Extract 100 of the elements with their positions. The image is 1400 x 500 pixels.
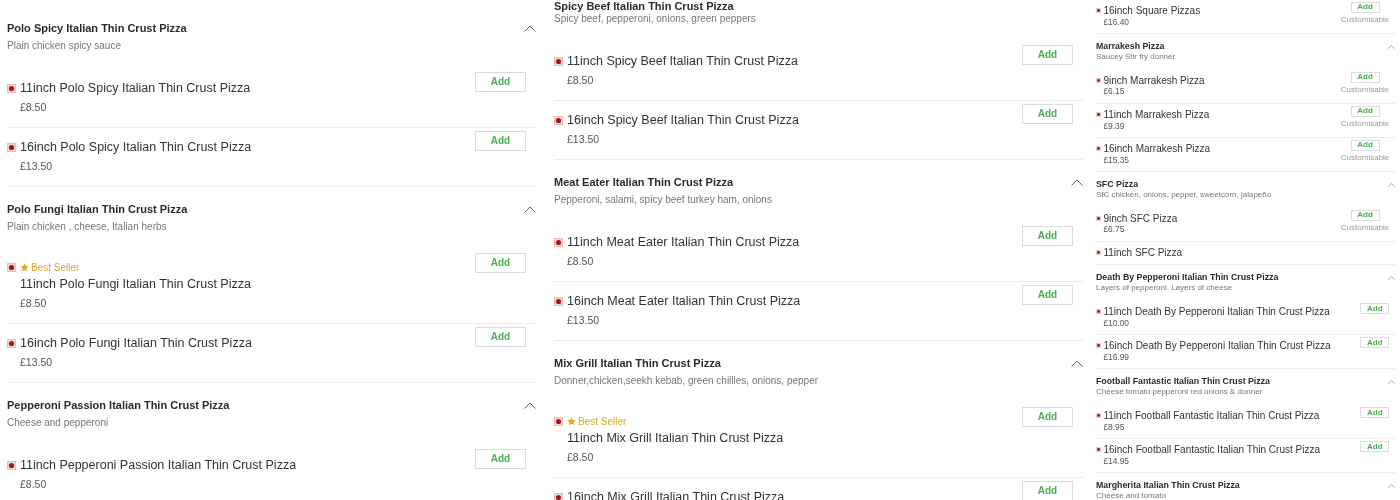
best-seller-label: Best Seller — [578, 415, 627, 429]
chevron-up-icon[interactable] — [524, 206, 536, 213]
customisable-label: Customisable — [1340, 222, 1390, 232]
add-button[interactable]: Add — [475, 327, 526, 347]
non-veg-dot-icon — [1096, 78, 1102, 84]
section-title: Mix Grill Italian Thin Crust Pizza — [554, 356, 722, 371]
item-price: £10.00 — [1103, 317, 1131, 328]
add-button[interactable]: Add — [1350, 105, 1380, 118]
item-name: 9inch SFC Pizza — [1103, 213, 1178, 224]
section-description: Layers of pepperoni. Layers of cheese — [1096, 284, 1234, 292]
section-description: Plain chicken spicy sauce — [7, 39, 122, 53]
item-price: £13.50 — [567, 313, 601, 328]
item-name: 16inch Football Fantastic Italian Thin Crust Pizza — [1103, 444, 1320, 456]
non-veg-dot-icon — [554, 296, 563, 306]
non-veg-dot-icon — [1096, 309, 1102, 315]
add-button[interactable]: Add — [475, 131, 526, 151]
chevron-up-icon[interactable] — [524, 25, 536, 32]
add-button[interactable]: Add — [1350, 139, 1380, 152]
add-button[interactable]: Add — [1350, 1, 1380, 14]
item-price: £16.99 — [1103, 351, 1131, 362]
add-button[interactable]: Add — [1022, 285, 1073, 305]
chevron-up-icon[interactable] — [524, 402, 536, 409]
item-name: 16inch Meat Eater Italian Thin Crust Pizza — [567, 293, 801, 310]
item-name: 16inch Square Pizzas — [1103, 5, 1201, 16]
section-description: Donner,chicken,seekh kebab, green chillies, onions, pepper — [554, 374, 819, 388]
add-button[interactable]: Add — [1360, 302, 1390, 315]
item-name: 16inch Marrakesh Pizza — [1103, 143, 1211, 154]
add-button[interactable]: Add — [1022, 45, 1073, 65]
item-price: £6.15 — [1103, 86, 1126, 97]
item-name: 11inch Death By Pepperoni Italian Thin Crust Pizza — [1103, 306, 1330, 318]
section-title: Margherita Italian Thin Crust Pizza — [1096, 481, 1240, 491]
section-description: SfC chicken, onions, pepper, sweetcorn, jalapeño — [1096, 190, 1272, 199]
add-button[interactable]: Add — [1022, 407, 1073, 427]
section-description: Saucey Stir fry donner — [1096, 52, 1176, 61]
item-name: 9inch Marrakesh Pizza — [1103, 75, 1205, 86]
chevron-up-icon[interactable] — [1071, 179, 1083, 186]
item-name: 16inch Polo Spicy Italian Thin Crust Pizza — [20, 139, 252, 156]
add-button[interactable]: Add — [475, 449, 526, 469]
item-name: 11inch Spicy Beef Italian Thin Crust Pizza — [567, 53, 798, 70]
non-veg-dot-icon — [554, 115, 563, 125]
customisable-label: Customisable — [1340, 118, 1390, 128]
item-price: £15.35 — [1103, 154, 1131, 165]
non-veg-dot-icon — [1096, 343, 1102, 349]
item-name: 11inch Meat Eater Italian Thin Crust Pizza — [567, 234, 800, 251]
item-price: £8.50 — [20, 100, 48, 115]
add-button[interactable]: Add — [1350, 71, 1380, 84]
add-button[interactable]: Add — [1022, 481, 1073, 500]
item-price: £8.50 — [20, 477, 48, 492]
item-name: 11inch Polo Fungi Italian Thin Crust Pizza — [20, 276, 251, 293]
add-button[interactable]: Add — [1360, 440, 1390, 453]
non-veg-dot-icon — [7, 142, 16, 152]
best-seller-label: Best Seller — [31, 261, 80, 275]
item-name: 11inch Football Fantastic Italian Thin Crust Pizza — [1103, 410, 1320, 422]
non-veg-dot-icon — [1096, 216, 1102, 222]
item-name: 11inch Pepperoni Passion Italian Thin Crust Pizza — [20, 457, 297, 474]
customisable-label: Customisable — [1340, 14, 1390, 24]
item-price: £8.50 — [567, 450, 595, 465]
section-description: Cheese tomato pepperoni red onions & donner — [1096, 388, 1264, 396]
add-button[interactable]: Add — [1360, 406, 1390, 419]
item-price: £13.50 — [20, 355, 54, 370]
item-price: £14.95 — [1103, 455, 1131, 466]
add-button[interactable]: Add — [1350, 209, 1380, 222]
non-veg-dot-icon — [1096, 146, 1102, 152]
add-button[interactable]: Add — [475, 253, 526, 273]
customisable-label: Customisable — [1340, 84, 1390, 94]
item-name: 16inch Spicy Beef Italian Thin Crust Pizza — [567, 112, 799, 129]
item-price: £8.50 — [567, 73, 595, 88]
add-button[interactable]: Add — [1360, 336, 1390, 349]
item-price: £13.50 — [567, 132, 601, 147]
section-title: Marrakesh Pizza — [1096, 42, 1166, 52]
item-price: £8.50 — [567, 254, 595, 269]
section-title: Meat Eater Italian Thin Crust Pizza — [554, 175, 735, 190]
non-veg-dot-icon — [1096, 447, 1102, 453]
non-veg-dot-icon — [1096, 413, 1102, 419]
non-veg-dot-icon — [554, 237, 563, 247]
add-button[interactable]: Add — [1022, 104, 1073, 124]
item-name: 11inch Polo Spicy Italian Thin Crust Pizza — [20, 80, 251, 97]
non-veg-dot-icon — [554, 417, 563, 426]
item-price: £16.40 — [1103, 16, 1131, 27]
item-name: 11inch Mix Grill Italian Thin Crust Pizza — [567, 430, 784, 447]
section-title: Spicy Beef Italian Thin Crust Pizza — [554, 0, 735, 12]
section-title: Football Fantastic Italian Thin Crust Pizza — [1096, 377, 1270, 387]
item-name: 16inch Polo Fungi Italian Thin Crust Pizza — [20, 335, 252, 352]
section-title: Pepperoni Passion Italian Thin Crust Pizza — [7, 398, 230, 413]
section-title: Death By Pepperoni Italian Thin Crust Pizza — [1096, 273, 1279, 283]
chevron-up-icon[interactable] — [1071, 360, 1083, 367]
non-veg-dot-icon — [7, 83, 16, 93]
customisable-label: Customisable — [1340, 152, 1390, 162]
add-button[interactable]: Add — [1022, 226, 1073, 246]
item-name: 11inch Marrakesh Pizza — [1103, 109, 1210, 120]
add-button[interactable]: Add — [475, 72, 526, 92]
section-description: Pepperoni, salami, spicy beef turkey ham, onions — [554, 193, 772, 207]
section-description: Spicy beef, pepperoni, onions, green peppers — [554, 12, 756, 26]
section-title: Polo Fungi Italian Thin Crust Pizza — [7, 202, 188, 217]
non-veg-dot-icon — [554, 492, 563, 500]
star-icon — [20, 263, 29, 272]
item-price: £8.95 — [1103, 421, 1126, 432]
section-title: SFC Pizza — [1096, 180, 1140, 190]
non-veg-dot-icon — [7, 263, 16, 272]
non-veg-dot-icon — [554, 56, 563, 66]
